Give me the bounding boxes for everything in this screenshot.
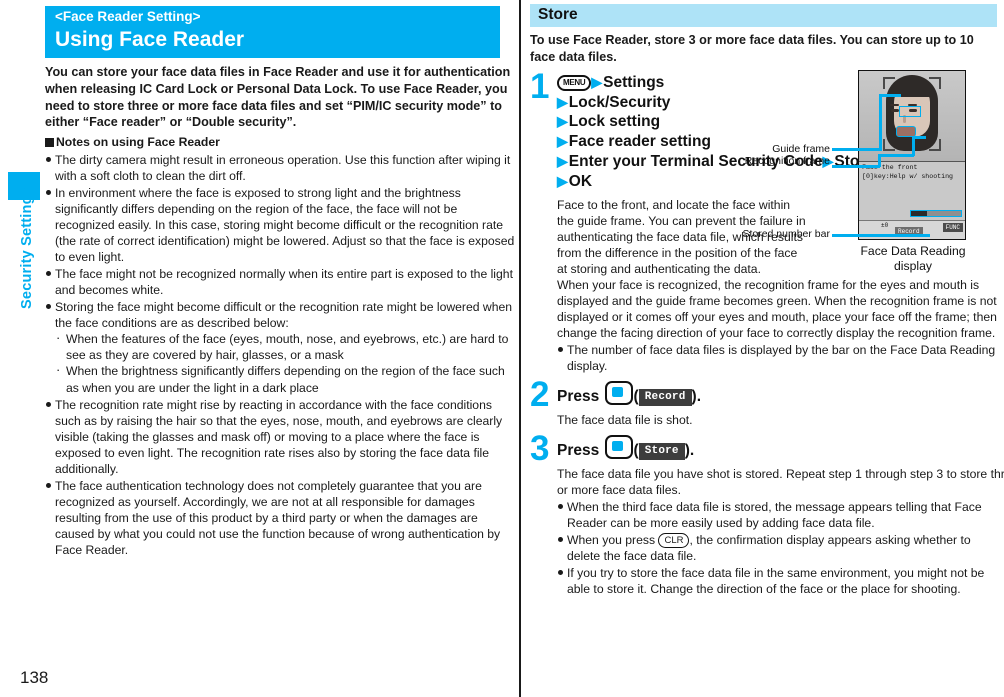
nav-item: Lock setting <box>568 113 661 131</box>
status-line-2: [0]key:Help w/ shooting <box>862 172 954 180</box>
step-number: 1 <box>530 66 550 106</box>
softkey-label: Record <box>638 389 692 407</box>
step3-bullets: When the third face data file is stored,… <box>557 499 1000 597</box>
stored-number-bar-fill <box>911 211 927 216</box>
list-item: If you try to store the face data file i… <box>557 565 1000 597</box>
softkey-label: Store <box>638 443 685 461</box>
guide-frame-corner-icon <box>929 77 941 89</box>
press-label: Press <box>557 442 600 460</box>
step-2: 2 Press (Record). The face data file is … <box>530 377 1000 428</box>
clr-key-icon: CLR <box>658 533 690 549</box>
exposure-value: ±0 <box>881 222 889 229</box>
figure-caption-line-2: display <box>894 258 932 273</box>
list-item: When the third face data file is stored,… <box>557 499 1000 531</box>
clr-bullet-text: When you press CLR, the confirmation dis… <box>567 533 971 564</box>
arrow-icon: ▶ <box>557 153 568 170</box>
menu-key-icon: MENU <box>557 74 592 91</box>
sidebar: Security Settings <box>0 0 40 697</box>
exposure-indicator-icon: ±0 <box>881 223 888 229</box>
notes-list-continued: The recognition rate might rise by react… <box>45 397 515 558</box>
press-label: Press <box>557 388 600 406</box>
filled-square-icon <box>45 138 54 147</box>
notes-sublist: When the features of the face (eyes, mou… <box>55 329 515 395</box>
phone-status-text: Face the front [0]key:Help w/ shooting <box>859 162 965 220</box>
list-item: The recognition rate might rise by react… <box>45 397 515 477</box>
nav-item: Lock/Security <box>568 93 671 111</box>
leader-line-guide-frame <box>832 148 882 151</box>
guide-frame-corner-icon <box>883 139 895 151</box>
softkey-func[interactable]: FUNC <box>942 223 963 232</box>
stored-number-bar <box>910 210 962 217</box>
list-item: The number of face data files is display… <box>557 342 1000 374</box>
page-title-sub: <Face Reader Setting> <box>55 9 201 24</box>
list-item: When you press CLR, the confirmation dis… <box>557 532 1000 564</box>
figure-caption: Face Data Reading display <box>858 244 968 273</box>
step1-description-wide: When your face is recognized, the recogn… <box>557 277 997 341</box>
arrow-icon: ▶ <box>557 93 568 110</box>
page-title-bar: <Face Reader Setting> Using Face Reader <box>45 6 500 59</box>
step3-action: Press (Store). <box>557 435 1000 461</box>
press-suffix: ). <box>684 442 695 460</box>
intro-paragraph: You can store your face data files in Fa… <box>45 65 511 130</box>
list-item: The face might not be recognized normall… <box>45 266 515 298</box>
face-eyebrow-left <box>890 104 899 106</box>
callout-stored-number-bar: Stored number bar <box>742 228 830 240</box>
leader-line-recognition-frame <box>832 165 880 168</box>
sidebar-chapter-label: Security Settings <box>19 187 35 309</box>
leader-line-stored-number-bar <box>832 234 930 237</box>
list-item: When the features of the face (eyes, mou… <box>55 329 515 363</box>
list-item: The dirty camera might result in erroneo… <box>45 152 515 184</box>
section-heading: Store <box>530 4 997 27</box>
figure-caption-line-1: Face Data Reading <box>860 244 966 258</box>
guide-frame-corner-icon <box>883 77 895 89</box>
step3-description: The face data file you have shot is stor… <box>557 466 1004 497</box>
step-number: 3 <box>530 429 550 469</box>
face-data-reading-figure: Face the front [0]key:Help w/ shooting ±… <box>858 70 968 273</box>
list-item: Storing the face might become difficult … <box>45 299 515 331</box>
step2-description: The face data file is shot. <box>557 413 693 428</box>
callout-recognition-frame: Recognition frame <box>744 155 830 167</box>
leader-line-recognition-frame-h2 <box>912 136 926 139</box>
arrow-icon: ▶ <box>591 73 603 90</box>
guide-frame-corner-icon <box>929 139 941 151</box>
section-intro: To use Face Reader, store 3 or more face… <box>530 33 974 64</box>
callout-guide-frame: Guide frame <box>772 143 830 155</box>
face-eye-left <box>891 109 899 112</box>
center-key-icon <box>604 435 633 460</box>
step1-bullets: The number of face data files is display… <box>557 342 1000 374</box>
column-divider <box>519 0 521 697</box>
recognition-frame-eyes <box>899 106 921 117</box>
page-number: 138 <box>20 668 49 687</box>
nav-item: OK <box>568 172 593 190</box>
arrow-icon: ▶ <box>557 113 568 130</box>
press-suffix: ). <box>691 388 701 406</box>
arrow-icon: ▶ <box>557 133 568 150</box>
nav-item: Face reader setting <box>568 133 711 151</box>
list-item: The face authentication technology does … <box>45 478 515 558</box>
notes-heading: Notes on using Face Reader <box>45 135 515 151</box>
notes-list: The dirty camera might result in erroneo… <box>45 152 515 332</box>
step-3: 3 Press (Store). The face data file you … <box>530 431 1004 597</box>
list-item: When the brightness significantly differ… <box>55 361 515 395</box>
leader-line-guide-frame-v <box>879 94 882 151</box>
page-title: Using Face Reader <box>55 27 245 51</box>
step-number: 2 <box>530 375 550 415</box>
left-column: <Face Reader Setting> Using Face Reader … <box>45 6 515 558</box>
leader-line-recognition-frame-v2 <box>912 136 915 156</box>
step2-action: Press (Record). <box>557 381 1000 407</box>
center-key-icon <box>604 381 633 406</box>
manual-page: Security Settings 138 <Face Reader Setti… <box>0 0 1004 697</box>
leader-line-guide-frame-h <box>879 94 901 97</box>
list-item: In environment where the face is exposed… <box>45 185 515 265</box>
leader-line-recognition-frame-h <box>878 154 914 157</box>
nav-item: Settings <box>603 73 665 91</box>
arrow-icon: ▶ <box>557 172 568 189</box>
notes-heading-label: Notes on using Face Reader <box>56 135 220 149</box>
